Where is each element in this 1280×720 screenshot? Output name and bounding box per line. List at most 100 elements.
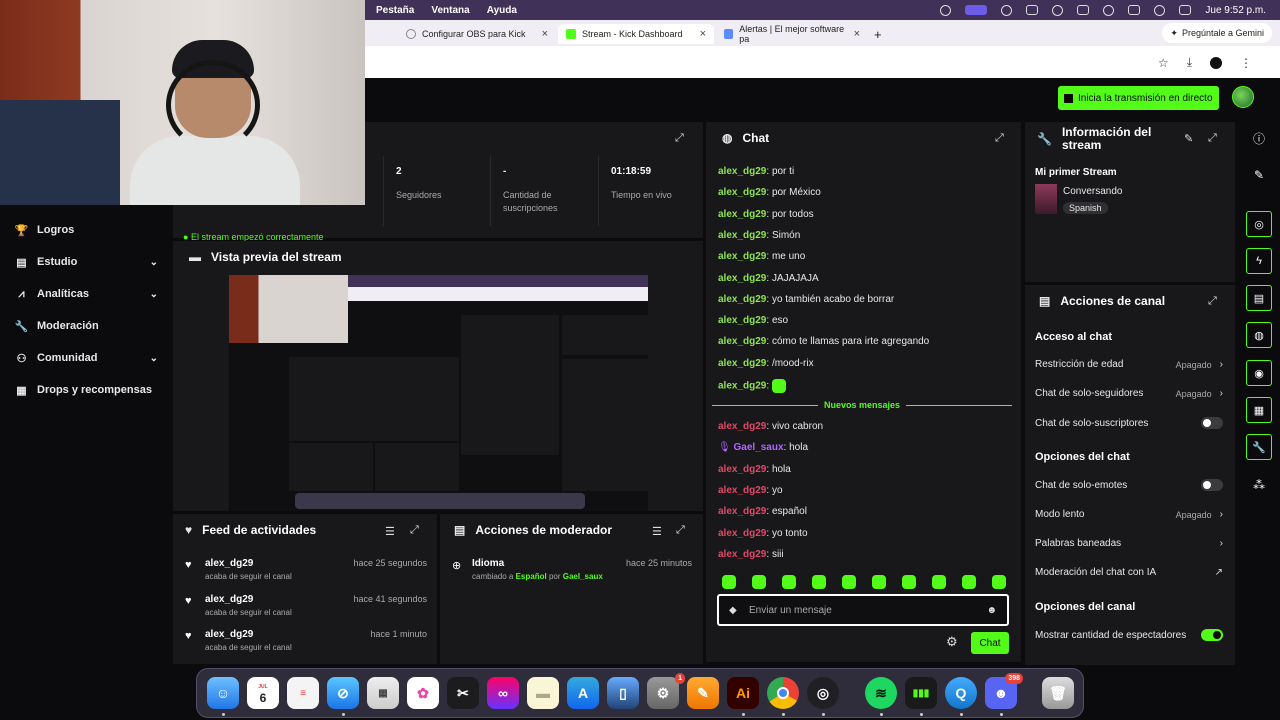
expand-icon[interactable]: ⤢: [675, 132, 684, 145]
option-banned-words[interactable]: Palabras baneadas ›: [1035, 538, 1223, 549]
gemini-button[interactable]: ✦ Pregúntale a Gemini: [1162, 23, 1272, 43]
trash-icon[interactable]: 🗑: [1042, 677, 1074, 709]
menu-item-pestana[interactable]: Pestaña: [376, 5, 414, 16]
subscribers-only-toggle[interactable]: [1201, 417, 1223, 429]
spotify-icon[interactable]: ≋: [865, 677, 897, 709]
filter-icon[interactable]: ☰: [652, 525, 662, 538]
control-center-icon[interactable]: [1179, 5, 1192, 15]
option-age-restriction[interactable]: Restricción de edad Apagado ›: [1035, 359, 1223, 370]
reminders-icon[interactable]: ≡: [287, 677, 319, 709]
wrench-icon[interactable]: 🔧: [1246, 434, 1272, 460]
chat-username[interactable]: alex_dg29: [718, 315, 766, 326]
edit-pencil-icon[interactable]: ✎: [1246, 162, 1272, 188]
expand-icon[interactable]: ⤢: [676, 524, 685, 537]
document-icon[interactable]: ▤: [1246, 285, 1272, 311]
option-followers-only[interactable]: Chat de solo-seguidores Apagado ›: [1035, 388, 1223, 399]
clipboard-icon[interactable]: ▦: [1246, 397, 1272, 423]
safari-icon[interactable]: ⊘: [327, 677, 359, 709]
chat-username[interactable]: alex_dg29: [718, 528, 766, 539]
expand-icon[interactable]: ⤢: [995, 132, 1004, 145]
chat-username[interactable]: alex_dg29: [718, 209, 766, 220]
filter-icon[interactable]: ☰: [385, 525, 395, 538]
chat-username[interactable]: alex_dg29: [718, 358, 766, 369]
close-tab-icon[interactable]: ×: [542, 28, 548, 40]
creative-cloud-icon[interactable]: ∞: [487, 677, 519, 709]
sidebar-item-analiticas[interactable]: ⩘ Analíticas ⌄: [16, 288, 158, 301]
stream-preview-image[interactable]: [229, 275, 648, 511]
chat-input[interactable]: ◆ Enviar un mensaje ☻: [717, 594, 1009, 626]
chat-bubble-icon[interactable]: ◍: [1246, 322, 1272, 348]
go-live-button[interactable]: Inicia la transmisión en directo: [1058, 86, 1219, 110]
menu-item-ventana[interactable]: Ventana: [431, 5, 469, 16]
chat-username[interactable]: alex_dg29: [718, 336, 766, 347]
emote-icon[interactable]: [812, 575, 826, 589]
expand-icon[interactable]: ⤢: [410, 524, 419, 537]
emoji-icon[interactable]: ☻: [986, 605, 997, 616]
chat-username[interactable]: alex_dg29: [718, 273, 766, 284]
menu-item-ayuda[interactable]: Ayuda: [487, 5, 517, 16]
sidebar-item-comunidad[interactable]: ⚇ Comunidad ⌄: [16, 352, 158, 365]
chat-username[interactable]: alex_dg29: [718, 506, 766, 517]
clock[interactable]: Jue 9:52 p.m.: [1205, 5, 1266, 16]
emote-icon[interactable]: [872, 575, 886, 589]
target-icon[interactable]: ◎: [1246, 211, 1272, 237]
info-icon[interactable]: ⓘ: [1246, 125, 1272, 151]
siri-icon[interactable]: [1154, 4, 1166, 16]
capcut-icon[interactable]: ✂: [447, 677, 479, 709]
broadcast-icon[interactable]: ◉: [1246, 360, 1272, 386]
profile-avatar[interactable]: [1210, 56, 1222, 69]
sidebar-item-logros[interactable]: 🏆 Logros: [15, 224, 158, 237]
tab-alertas[interactable]: Alertas | El mejor software pa ×: [716, 24, 868, 44]
tab-configurar-obs[interactable]: Configurar OBS para Kick ×: [398, 24, 556, 44]
lightning-icon[interactable]: ϟ: [1246, 248, 1272, 274]
chat-username[interactable]: alex_dg29: [718, 421, 766, 432]
wifi-icon[interactable]: [1128, 5, 1141, 15]
chrome-icon[interactable]: [767, 677, 799, 709]
emotes-only-toggle[interactable]: [1201, 479, 1223, 491]
expand-icon[interactable]: ⤢: [1208, 295, 1217, 308]
emote-icon[interactable]: [932, 575, 946, 589]
system-settings-icon[interactable]: ⚙ 1: [647, 673, 685, 709]
chat-username[interactable]: alex_dg29: [718, 381, 766, 392]
chat-send-button[interactable]: Chat: [971, 632, 1009, 654]
edit-pencil-icon[interactable]: ✎: [1184, 132, 1193, 145]
chat-username[interactable]: alex_dg29: [718, 464, 766, 475]
show-viewers-toggle[interactable]: [1201, 629, 1223, 641]
new-tab-button[interactable]: +: [874, 24, 894, 44]
status-icon-eye[interactable]: [1001, 4, 1013, 16]
emote-icon[interactable]: [722, 575, 736, 589]
close-tab-icon[interactable]: ×: [700, 28, 706, 40]
emote-icon[interactable]: [902, 575, 916, 589]
quicktime-icon[interactable]: Q: [945, 677, 977, 709]
gear-icon[interactable]: ⚙: [946, 634, 958, 650]
avatar[interactable]: [1232, 86, 1254, 108]
app-store-icon[interactable]: A: [567, 677, 599, 709]
emote-icon[interactable]: [752, 575, 766, 589]
chat-username[interactable]: alex_dg29: [718, 187, 766, 198]
iphone-mirroring-icon[interactable]: ▯: [607, 677, 639, 709]
emote-icon[interactable]: [842, 575, 856, 589]
status-icon-screen[interactable]: [965, 5, 988, 15]
chat-username[interactable]: Gael_saux: [733, 442, 783, 453]
finder-icon[interactable]: ☺: [207, 677, 239, 709]
launchpad-icon[interactable]: ▦: [367, 677, 399, 709]
chat-username[interactable]: alex_dg29: [718, 230, 766, 241]
chat-username[interactable]: alex_dg29: [718, 294, 766, 305]
battery-icon[interactable]: [1026, 5, 1039, 15]
sidebar-item-estudio[interactable]: ▤ Estudio ⌄: [16, 256, 158, 269]
photos-icon[interactable]: ✿: [407, 677, 439, 709]
emote-icon[interactable]: [782, 575, 796, 589]
option-ai-moderation[interactable]: Moderación del chat con IA ↗: [1035, 567, 1223, 578]
pages-icon[interactable]: ✎: [687, 677, 719, 709]
chat-username[interactable]: alex_dg29: [718, 166, 766, 177]
chat-username[interactable]: alex_dg29: [718, 549, 766, 560]
status-icon-1[interactable]: [940, 4, 952, 16]
sidebar-item-drops[interactable]: ▦ Drops y recompensas: [16, 384, 158, 397]
play-icon[interactable]: [1052, 4, 1064, 16]
sidebar-item-moderacion[interactable]: 🔧 Moderación: [15, 320, 158, 333]
calendar-icon[interactable]: JUL 6: [247, 677, 279, 709]
option-slow-mode[interactable]: Modo lento Apagado ›: [1035, 509, 1223, 520]
more-menu-icon[interactable]: ⋮: [1240, 56, 1252, 70]
illustrator-icon[interactable]: Ai: [727, 677, 759, 709]
notes-icon[interactable]: ▬: [527, 677, 559, 709]
